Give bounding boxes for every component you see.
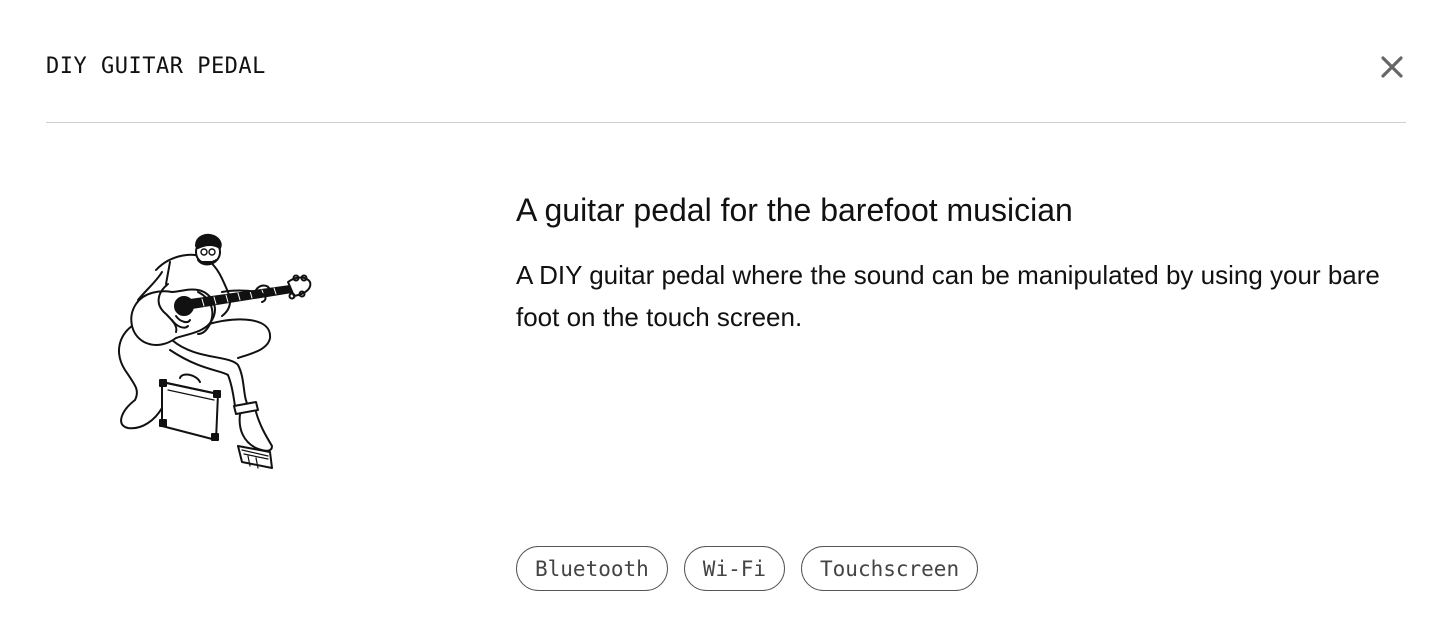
project-content: A guitar pedal for the barefoot musician… (516, 188, 1396, 338)
tag-wifi[interactable]: Wi-Fi (683, 546, 786, 591)
project-heading: A guitar pedal for the barefoot musician (516, 192, 1073, 228)
modal-header: DIY GUITAR PEDAL (46, 0, 1406, 123)
tag-touchscreen[interactable]: Touchscreen (801, 546, 979, 591)
close-icon (1381, 56, 1403, 78)
project-description: A DIY guitar pedal where the sound can b… (516, 260, 1380, 332)
tag-list: Bluetooth Wi-Fi Touchscreen (516, 546, 979, 591)
tag-bluetooth[interactable]: Bluetooth (516, 546, 668, 591)
close-button[interactable] (1378, 53, 1406, 81)
project-modal: DIY GUITAR PEDAL A guitar pedal for the … (0, 0, 1450, 636)
guitarist-illustration (110, 230, 320, 480)
modal-title: DIY GUITAR PEDAL (46, 54, 266, 79)
